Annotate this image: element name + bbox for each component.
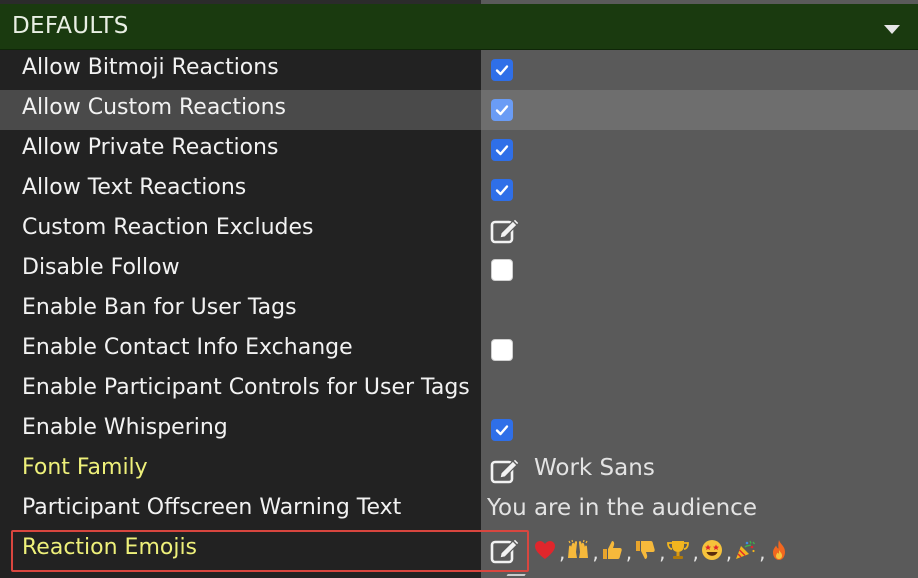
property-label: Enable Contact Info Exchange	[22, 335, 353, 360]
thumbs-down-icon	[633, 538, 657, 562]
property-value-cell: You are in the audience	[481, 490, 918, 530]
property-value-cell	[481, 250, 918, 290]
section-title: DEFAULTS	[12, 13, 129, 39]
property-value-cell	[481, 290, 918, 330]
property-label: Enable Participant Controls for User Tag…	[22, 375, 470, 400]
allow-text-reactions-checkbox[interactable]	[491, 179, 513, 201]
defaults-section-header[interactable]: DEFAULTS	[0, 4, 918, 50]
raising-hands-icon	[566, 538, 590, 562]
edit-icon[interactable]	[490, 536, 522, 564]
property-value-cell	[481, 90, 918, 130]
property-label-cell: Enable Ban for User Tags	[0, 290, 481, 330]
emoji-separator: ,	[659, 540, 666, 564]
property-label-cell: Enable Participant Controls for User Tag…	[0, 370, 481, 410]
thumbs-up-icon	[600, 538, 624, 562]
emoji-separator: ,	[592, 540, 599, 564]
star-struck-icon	[700, 538, 724, 562]
property-row-font-family[interactable]: Font Family Work Sans	[0, 450, 918, 490]
enable-contact-info-exchange-checkbox[interactable]	[491, 339, 513, 361]
property-row-disable-follow[interactable]: Disable Follow	[0, 250, 918, 290]
property-row-enable-contact-info-exchange[interactable]: Enable Contact Info Exchange	[0, 330, 918, 370]
property-label-cell: Allow Private Reactions	[0, 130, 481, 170]
fire-icon	[767, 538, 791, 562]
font-family-value: Work Sans	[534, 455, 655, 481]
emoji-separator: ,	[725, 540, 733, 564]
property-row-participant-offscreen-warning-text[interactable]: Participant Offscreen Warning Text You ar…	[0, 490, 918, 530]
property-row-allow-bitmoji-reactions[interactable]: Allow Bitmoji Reactions	[0, 50, 918, 90]
property-label-cell: Reaction Emojis	[0, 530, 481, 570]
edit-icon[interactable]	[490, 216, 522, 244]
property-value-cell	[481, 410, 918, 450]
emoji-separator: ,	[625, 540, 633, 564]
property-label: Enable Whispering	[22, 415, 228, 440]
property-label-cell: Participant Offscreen Warning Text	[0, 490, 481, 530]
property-label-cell: Allow Text Reactions	[0, 170, 481, 210]
property-value-cell	[481, 210, 918, 250]
property-value-cell: Work Sans	[481, 450, 918, 490]
property-label: Allow Private Reactions	[22, 135, 279, 160]
property-row-enable-participant-controls-for-user-tags[interactable]: Enable Participant Controls for User Tag…	[0, 370, 918, 410]
property-row-enable-whispering[interactable]: Enable Whispering	[0, 410, 918, 450]
next-row-edit-icon-peek	[504, 574, 526, 578]
property-label-cell: Custom Reaction Excludes	[0, 210, 481, 250]
property-row-allow-text-reactions[interactable]: Allow Text Reactions	[0, 170, 918, 210]
edit-icon[interactable]	[490, 456, 522, 484]
property-value-cell	[481, 50, 918, 90]
property-label-cell: Enable Whispering	[0, 410, 481, 450]
property-row-allow-private-reactions[interactable]: Allow Private Reactions	[0, 130, 918, 170]
property-label: Disable Follow	[22, 255, 180, 280]
property-label: Participant Offscreen Warning Text	[22, 495, 402, 520]
allow-custom-reactions-checkbox[interactable]	[491, 99, 513, 121]
property-row-reaction-emojis[interactable]: Reaction Emojis,,,,,,,	[0, 530, 918, 570]
property-value-cell	[481, 330, 918, 370]
property-label: Reaction Emojis	[22, 535, 198, 560]
participant-offscreen-warning-text-value[interactable]: You are in the audience	[487, 495, 757, 521]
allow-private-reactions-checkbox[interactable]	[491, 139, 513, 161]
party-popper-icon	[733, 538, 757, 562]
disable-follow-checkbox[interactable]	[491, 259, 513, 281]
property-value-cell	[481, 170, 918, 210]
property-label-cell: Allow Custom Reactions	[0, 90, 481, 130]
property-label: Allow Custom Reactions	[22, 95, 287, 120]
property-label-cell: Enable Contact Info Exchange	[0, 330, 481, 370]
allow-bitmoji-reactions-checkbox[interactable]	[491, 59, 513, 81]
property-label: Allow Text Reactions	[22, 175, 247, 200]
property-label: Enable Ban for User Tags	[22, 295, 297, 320]
property-label-cell: Font Family	[0, 450, 481, 490]
property-row-allow-custom-reactions[interactable]: Allow Custom Reactions	[0, 90, 918, 130]
properties-panel: DEFAULTS Allow Bitmoji Reactions Allow Cu…	[0, 0, 918, 578]
property-value-cell	[481, 370, 918, 410]
property-value-cell	[481, 130, 918, 170]
emoji-separator: ,	[559, 540, 566, 564]
emoji-separator: ,	[759, 540, 766, 564]
property-label-cell: Allow Bitmoji Reactions	[0, 50, 481, 90]
emoji-separator: ,	[692, 540, 699, 564]
property-label-cell: Disable Follow	[0, 250, 481, 290]
property-value-cell: ,,,,,,,	[481, 530, 918, 570]
caret-down-icon[interactable]	[884, 25, 900, 34]
red-heart-icon	[533, 538, 557, 562]
property-label: Custom Reaction Excludes	[22, 215, 314, 240]
reaction-emoji-list: ,,,,,,,	[533, 536, 791, 564]
property-row-custom-reaction-excludes[interactable]: Custom Reaction Excludes	[0, 210, 918, 250]
trophy-icon	[666, 538, 690, 562]
enable-whispering-checkbox[interactable]	[491, 419, 513, 441]
property-label: Allow Bitmoji Reactions	[22, 55, 279, 80]
property-label: Font Family	[22, 455, 148, 480]
property-row-enable-ban-for-user-tags[interactable]: Enable Ban for User Tags	[0, 290, 918, 330]
